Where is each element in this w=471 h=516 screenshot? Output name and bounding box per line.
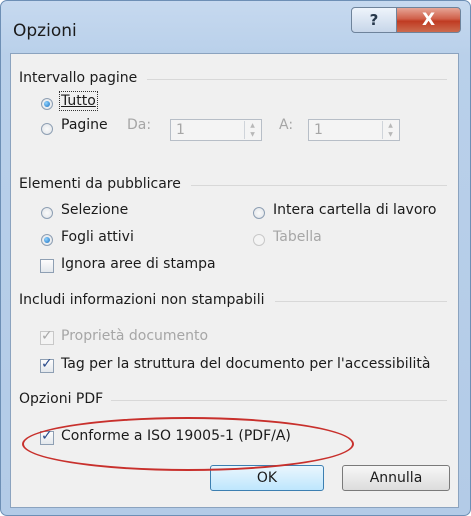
- spin-up-icon[interactable]: ▲: [383, 121, 398, 130]
- from-page-value: 1: [176, 122, 185, 138]
- dialog-window: Opzioni ? X Intervallo pagine Tutto Pagi…: [0, 0, 471, 516]
- radio-entire-workbook-label[interactable]: Intera cartella di lavoro: [273, 202, 436, 218]
- pdfa-label[interactable]: Conforme a ISO 19005-1 (PDF/A): [61, 428, 291, 444]
- ignore-print-areas-checkbox[interactable]: [40, 259, 54, 273]
- dialog-client-area: Intervallo pagine Tutto Pagine Da: 1 ▲ ▼…: [10, 53, 459, 508]
- radio-entire-workbook[interactable]: [253, 207, 265, 219]
- range-separator: [147, 79, 447, 80]
- to-label: A:: [279, 117, 294, 133]
- radio-active-sheets[interactable]: [41, 234, 53, 246]
- from-label: Da:: [127, 117, 152, 133]
- radio-all-pages-label[interactable]: Tutto: [59, 91, 98, 111]
- spin-up-icon[interactable]: ▲: [245, 121, 260, 130]
- publish-separator: [191, 185, 447, 186]
- publish-group-label: Elementi da pubblicare: [19, 176, 181, 192]
- structure-tags-label[interactable]: Tag per la struttura del documento per l…: [61, 356, 430, 372]
- spin-down-icon[interactable]: ▼: [245, 130, 260, 139]
- from-page-stepper[interactable]: 1 ▲ ▼: [170, 119, 262, 141]
- close-icon: X: [421, 10, 436, 30]
- help-icon: ?: [369, 11, 379, 29]
- nonprint-group-label: Includi informazioni non stampabili: [19, 292, 265, 308]
- doc-properties-label[interactable]: Proprietà documento: [61, 328, 208, 344]
- spin-down-icon[interactable]: ▼: [383, 130, 398, 139]
- radio-table[interactable]: [253, 234, 265, 246]
- close-button[interactable]: X: [396, 7, 461, 33]
- radio-selection[interactable]: [41, 207, 53, 219]
- radio-active-sheets-label[interactable]: Fogli attivi: [61, 229, 134, 245]
- radio-table-label[interactable]: Tabella: [273, 229, 322, 245]
- structure-tags-checkbox[interactable]: [40, 356, 54, 373]
- ok-button[interactable]: OK: [210, 465, 324, 491]
- cancel-button[interactable]: Annulla: [342, 465, 450, 491]
- pdf-separator: [111, 400, 447, 401]
- pdfa-checkbox[interactable]: [40, 428, 54, 445]
- pdf-group-label: Opzioni PDF: [19, 391, 104, 407]
- to-page-spin-buttons[interactable]: ▲ ▼: [382, 121, 398, 139]
- radio-selection-label[interactable]: Selezione: [61, 202, 128, 218]
- nonprint-separator: [275, 301, 447, 302]
- to-page-value: 1: [314, 122, 323, 138]
- radio-pages[interactable]: [41, 123, 53, 135]
- radio-all-pages[interactable]: [41, 98, 53, 110]
- from-page-spin-buttons[interactable]: ▲ ▼: [244, 121, 260, 139]
- range-group-label: Intervallo pagine: [19, 70, 138, 86]
- help-button[interactable]: ?: [351, 7, 397, 33]
- radio-pages-label[interactable]: Pagine: [61, 117, 108, 133]
- dialog-title: Opzioni: [13, 21, 77, 41]
- to-page-stepper[interactable]: 1 ▲ ▼: [308, 119, 400, 141]
- doc-properties-checkbox[interactable]: [40, 328, 54, 345]
- ignore-print-areas-label[interactable]: Ignora aree di stampa: [61, 256, 216, 272]
